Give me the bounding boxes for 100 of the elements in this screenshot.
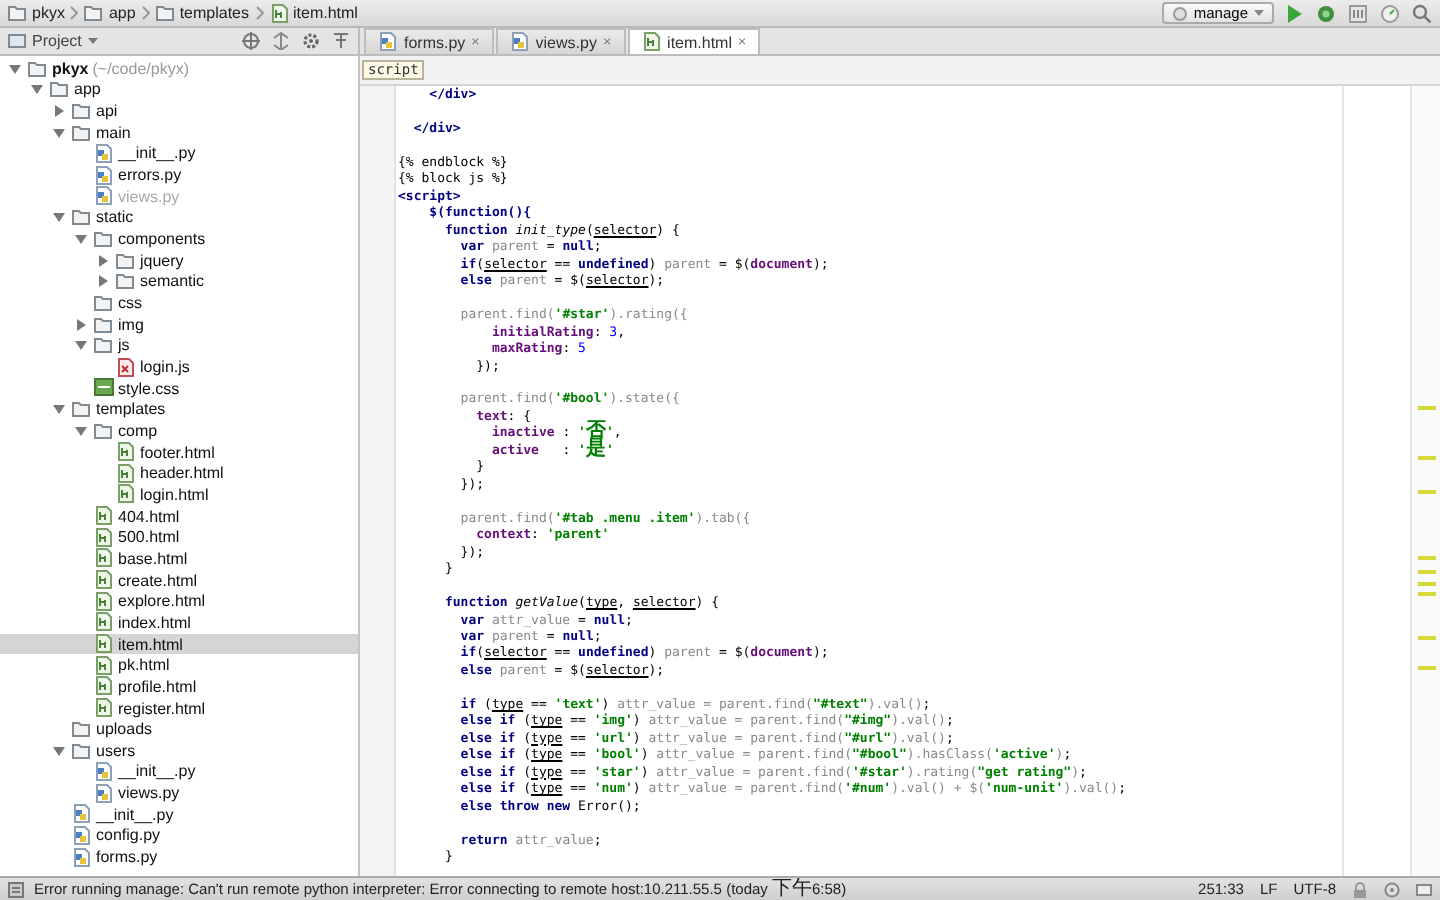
file-name: users xyxy=(96,741,136,760)
python-file-icon xyxy=(94,186,114,207)
tree-item[interactable]: __init__.py xyxy=(0,761,358,783)
tree-item[interactable]: footer.html xyxy=(0,441,358,463)
expanded-arrow-icon[interactable] xyxy=(52,402,66,417)
python-file-icon xyxy=(72,825,92,846)
crosshair-icon xyxy=(242,32,260,50)
file-name: register.html xyxy=(118,699,206,718)
html-file-icon xyxy=(94,548,114,569)
expanded-arrow-icon[interactable] xyxy=(74,232,88,247)
html-file-icon xyxy=(94,634,114,655)
expanded-arrow-icon[interactable] xyxy=(30,82,44,97)
tree-item[interactable]: __init__.py xyxy=(0,803,358,826)
tree-item[interactable]: index.html xyxy=(0,612,358,634)
panel-toggle-icon xyxy=(8,881,24,897)
tree-item[interactable]: main xyxy=(0,121,358,144)
tree-item[interactable]: config.py xyxy=(0,825,358,847)
tree-item[interactable]: app xyxy=(0,79,358,101)
tree-item[interactable]: 500.html xyxy=(0,526,358,549)
breadcrumb-item[interactable]: templates xyxy=(155,4,249,22)
breadcrumb-item[interactable]: item.html xyxy=(269,3,358,23)
tree-item[interactable]: img xyxy=(0,313,358,336)
tree-item[interactable]: templates xyxy=(0,399,358,421)
tree-item[interactable]: explore.html xyxy=(0,590,358,613)
file-name: __init__.py xyxy=(96,805,174,824)
caret-icon xyxy=(87,38,98,44)
file-name: app xyxy=(74,80,101,99)
collapsed-arrow-icon[interactable] xyxy=(96,274,110,289)
bug-icon xyxy=(1316,3,1336,23)
tree-item[interactable]: profile.html xyxy=(0,676,358,698)
file-name: img xyxy=(118,315,144,334)
file-name: jquery xyxy=(140,251,184,270)
breadcrumb-item[interactable]: app xyxy=(84,4,136,22)
tree-item[interactable]: views.py xyxy=(0,782,358,804)
file-name: item.html xyxy=(118,635,183,654)
html-file-icon xyxy=(94,612,114,633)
file-name: login.html xyxy=(140,485,209,504)
tree-item[interactable]: api xyxy=(0,100,358,122)
breadcrumb-item[interactable]: pkyx xyxy=(8,4,65,22)
collapsed-arrow-icon[interactable] xyxy=(74,317,88,332)
project-view-dropdown[interactable]: Project xyxy=(8,32,120,50)
collapsed-arrow-icon[interactable] xyxy=(52,104,66,119)
tree-item[interactable]: static xyxy=(0,207,358,229)
file-name: forms.py xyxy=(96,848,158,867)
tree-item[interactable]: __init__.py xyxy=(0,143,358,165)
file-name: index.html xyxy=(118,613,191,632)
expanded-arrow-icon[interactable] xyxy=(74,423,88,438)
expanded-arrow-icon[interactable] xyxy=(52,210,66,225)
expanded-arrow-icon[interactable] xyxy=(52,743,66,758)
tree-item[interactable]: css xyxy=(0,292,358,314)
expanded-arrow-icon[interactable] xyxy=(8,61,22,76)
chevron-icon xyxy=(255,6,263,20)
file-name: components xyxy=(118,230,206,249)
file-name: header.html xyxy=(140,464,224,483)
run-icon xyxy=(1286,3,1304,23)
expanded-arrow-icon[interactable] xyxy=(74,338,88,353)
file-name: main xyxy=(96,123,131,142)
tree-item[interactable]: errors.py xyxy=(0,164,358,186)
html-file-icon xyxy=(94,591,114,612)
html-file-icon xyxy=(94,655,114,676)
expanded-arrow-icon[interactable] xyxy=(52,125,66,140)
tree-item[interactable]: base.html xyxy=(0,548,358,570)
file-name: uploads xyxy=(96,720,153,739)
file-name: base.html xyxy=(118,549,188,568)
file-name: js xyxy=(118,336,130,355)
tree-item[interactable]: jquery xyxy=(0,249,358,272)
search-icon xyxy=(1412,3,1432,23)
tree-item[interactable]: uploads xyxy=(0,718,358,740)
file-name: comp xyxy=(118,421,158,440)
tree-item[interactable]: header.html xyxy=(0,462,358,485)
html-file-icon xyxy=(94,506,114,527)
tree-item[interactable]: semantic xyxy=(0,271,358,293)
tree-item[interactable]: style.css xyxy=(0,377,358,399)
tree-item[interactable]: js xyxy=(0,335,358,357)
tree-item[interactable]: components xyxy=(0,228,358,250)
file-name: login.js xyxy=(140,358,190,377)
tree-item[interactable]: comp xyxy=(0,420,358,442)
file-name: style.css xyxy=(118,379,180,398)
file-name: errors.py xyxy=(118,166,182,185)
file-name: pkyx xyxy=(52,59,89,78)
tree-item[interactable]: forms.py xyxy=(0,846,358,868)
gear-icon xyxy=(302,32,320,50)
tree-item[interactable]: pkyx (~/code/pkyx) xyxy=(0,58,358,80)
tree-item[interactable]: users xyxy=(0,740,358,762)
python-file-icon xyxy=(72,847,92,868)
tree-item[interactable]: create.html xyxy=(0,569,358,591)
tree-item[interactable]: register.html xyxy=(0,697,358,719)
python-file-icon xyxy=(94,143,114,164)
folder-icon xyxy=(155,4,176,22)
file-name: 404.html xyxy=(118,507,180,526)
file-name: api xyxy=(96,102,118,121)
file-name: config.py xyxy=(96,826,161,845)
chevron-icon xyxy=(70,6,79,20)
file-name: explore.html xyxy=(118,592,206,611)
tree-item[interactable]: login.html xyxy=(0,484,358,506)
tree-item[interactable]: login.js xyxy=(0,356,358,378)
collapsed-arrow-icon[interactable] xyxy=(96,253,110,268)
tree-item[interactable]: item.html xyxy=(0,633,358,655)
tree-item[interactable]: pk.html xyxy=(0,654,358,677)
tree-item[interactable]: 404.html xyxy=(0,505,358,527)
